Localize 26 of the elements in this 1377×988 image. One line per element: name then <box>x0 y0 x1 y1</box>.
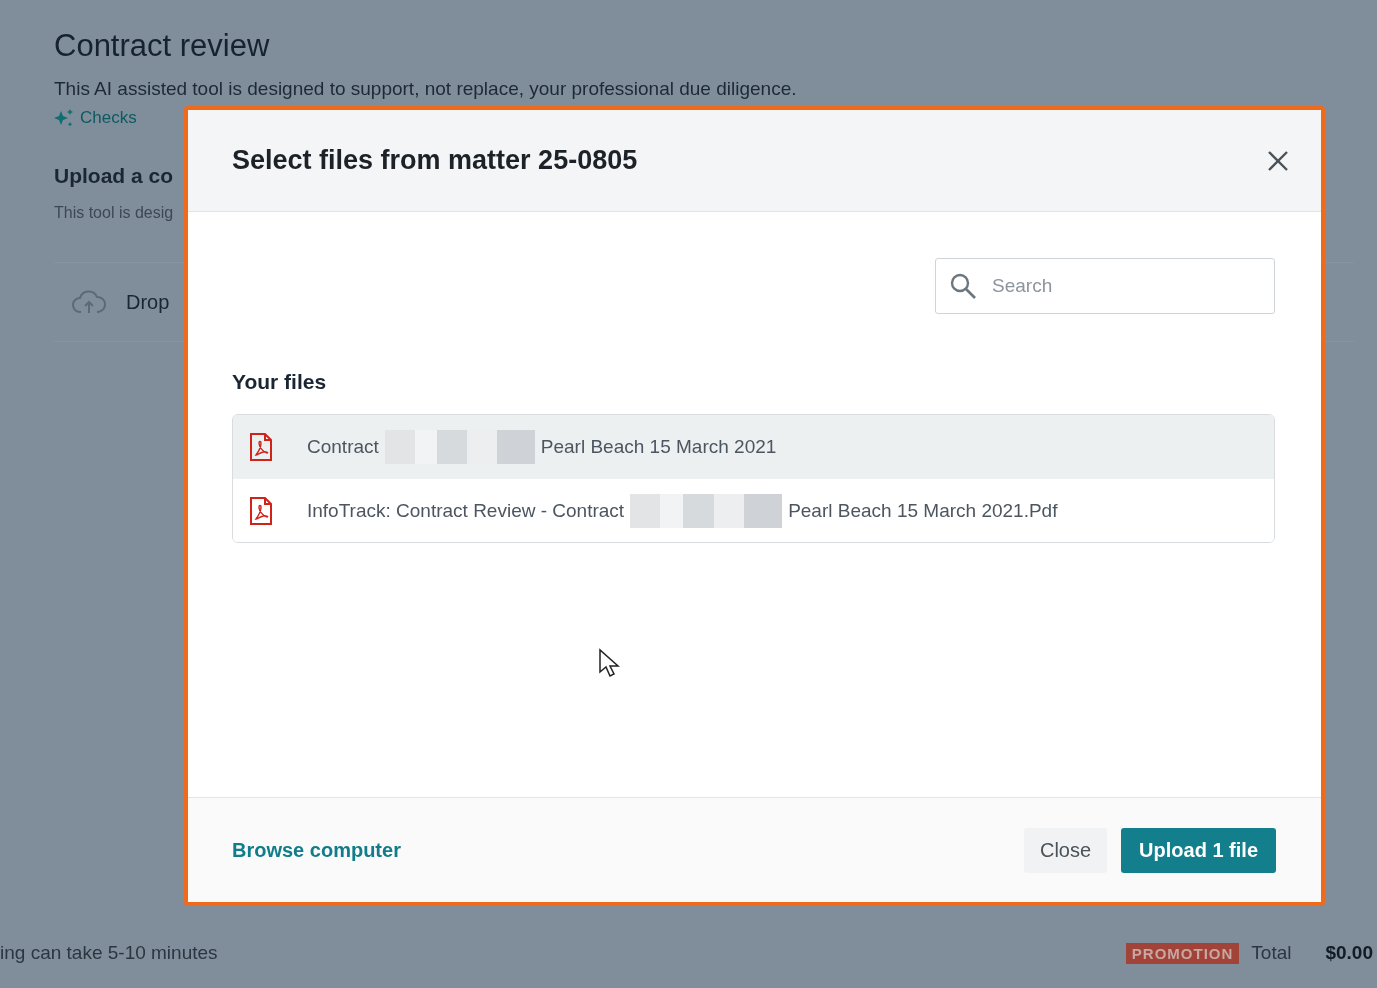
file-name: Pearl Beach 15 March 2021.Pdf <box>788 499 1058 522</box>
upload-button[interactable]: Upload 1 file <box>1121 827 1276 873</box>
file-name: Contract <box>307 435 379 458</box>
section-title: Your files <box>232 370 328 394</box>
pdf-file-icon <box>249 432 273 461</box>
search-field[interactable]: Search <box>935 258 1275 314</box>
sparkle-icon <box>54 108 74 128</box>
cloud-upload-icon <box>72 289 106 315</box>
file-row[interactable]: Contract Pearl Beach 15 March 2021 <box>233 415 1274 478</box>
pdf-file-icon <box>249 496 273 525</box>
upload-heading: Upload a co <box>54 164 175 188</box>
upload-note: This tool is desig <box>54 204 175 222</box>
processing-note: ing can take 5-10 minutes <box>0 942 218 964</box>
dialog-title: Select files from matter 25-0805 <box>232 145 638 176</box>
mouse-pointer-icon <box>598 648 620 678</box>
file-row[interactable]: InfoTrack: Contract Review - Contract Pearl Beach 15 March 2021.Pdf <box>233 478 1274 542</box>
total-value: $0.00 <box>1325 942 1373 964</box>
total-label: Total <box>1251 942 1292 964</box>
drop-label: Drop <box>126 290 170 314</box>
page-title: Contract review <box>54 28 271 64</box>
file-name: InfoTrack: Contract Review - Contract <box>307 499 625 522</box>
browse-computer-link[interactable]: Browse computer <box>232 838 401 862</box>
intro-text: This AI assisted tool is designed to support, not replace, your professional due diligence. <box>54 78 798 100</box>
file-name: Pearl Beach 15 March 2021 <box>540 435 777 458</box>
close-button[interactable]: Close <box>1023 827 1108 873</box>
promotion-badge: PROMOTION <box>1125 942 1240 964</box>
